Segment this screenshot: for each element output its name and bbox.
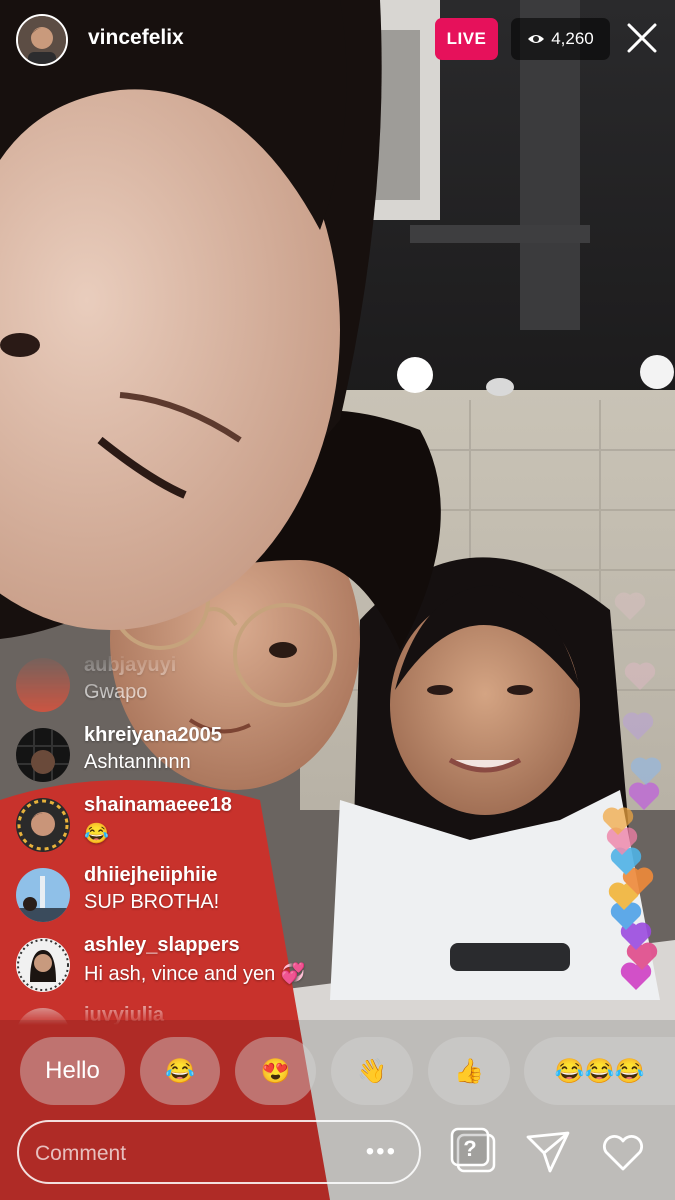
viewer-count: 4,260 (551, 29, 594, 48)
comment-item: shainamaeee18 😂 (16, 790, 436, 852)
more-options-icon[interactable]: ••• (366, 1140, 397, 1164)
comment-input[interactable]: Comment ••• (17, 1120, 421, 1184)
commenter-avatar[interactable] (16, 938, 70, 992)
eye-icon (528, 35, 545, 43)
commenter-avatar[interactable] (16, 798, 70, 852)
commenter-avatar[interactable] (16, 728, 70, 782)
quick-reply-triple-laugh[interactable]: 😂😂😂 (524, 1037, 675, 1105)
comment-item: ashley_slappers Hi ash, vince and yen 💞 (16, 930, 436, 992)
host-username[interactable]: vincefelix (88, 26, 184, 50)
close-icon[interactable] (626, 22, 658, 54)
quick-reply-thumbs-up[interactable]: 👍 (428, 1037, 510, 1105)
commenter-avatar[interactable] (16, 868, 70, 922)
comment-item: aubjayuyi Gwapo (16, 650, 436, 712)
send-icon[interactable] (522, 1125, 576, 1179)
comment-item: khreiyana2005 Ashtannnnn (16, 720, 436, 782)
commenter-avatar[interactable] (16, 658, 70, 712)
commenter-username[interactable]: dhiiejheiiphiie (84, 864, 217, 887)
comment-text: Ashtannnnn (84, 751, 191, 773)
live-badge: LIVE (435, 18, 498, 60)
comment-text: 😂 (84, 823, 109, 845)
viewer-count-badge[interactable]: 4,260 (511, 18, 610, 60)
quick-replies: Hello 😂 😍 👋 👍 😂😂😂 (0, 1037, 675, 1107)
host-avatar[interactable] (16, 14, 68, 66)
quick-reply-wave[interactable]: 👋 (331, 1037, 413, 1105)
commenter-username[interactable]: shainamaeee18 (84, 794, 232, 817)
comment-placeholder: Comment (35, 1142, 127, 1165)
commenter-username[interactable]: aubjayuyi (84, 654, 176, 677)
commenter-username[interactable]: khreiyana2005 (84, 724, 222, 747)
bottom-bar: Comment ••• ? (0, 1115, 675, 1200)
quick-reply-hello[interactable]: Hello (20, 1037, 125, 1105)
comment-item: iuvyiulia (16, 1000, 436, 1025)
commenter-username[interactable]: ashley_slappers (84, 934, 240, 957)
comments-feed[interactable]: aubjayuyi Gwapo khreiyana2005 Ashtannnnn… (16, 650, 436, 1025)
comment-text: Gwapo (84, 681, 148, 703)
comment-text: Hi ash, vince and yen 💞 (84, 963, 306, 985)
svg-text:?: ? (463, 1136, 476, 1161)
quick-reply-heart-eyes[interactable]: 😍 (235, 1037, 316, 1105)
floating-hearts (602, 592, 662, 990)
question-sticker-icon[interactable]: ? (448, 1125, 502, 1179)
comment-text: SUP BROTHA! (84, 891, 220, 913)
profile-photo-icon (18, 16, 66, 64)
comment-item: dhiiejheiiphiie SUP BROTHA! (16, 860, 436, 922)
commenter-avatar[interactable] (16, 1008, 70, 1025)
commenter-username[interactable]: iuvyiulia (84, 1004, 164, 1025)
quick-reply-laugh[interactable]: 😂 (140, 1037, 220, 1105)
top-bar: vincefelix LIVE 4,260 (0, 0, 675, 80)
heart-icon[interactable] (596, 1125, 650, 1179)
